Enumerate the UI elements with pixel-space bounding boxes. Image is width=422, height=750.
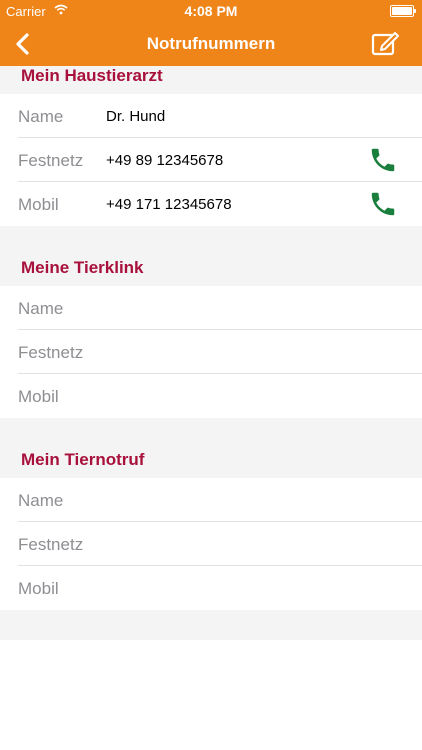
back-button[interactable]	[8, 28, 40, 60]
status-bar: Carrier 4:08 PM	[0, 0, 422, 22]
list-item[interactable]: Mobil	[0, 566, 422, 610]
list-item[interactable]: Name	[0, 286, 422, 330]
field-value: +49 89 12345678	[106, 152, 224, 169]
list-item[interactable]: Name	[0, 478, 422, 522]
field-label: Mobil	[18, 195, 59, 214]
list-item[interactable]: Festnetz	[0, 522, 422, 566]
section-header-tiernotruf: Mein Tiernotruf	[0, 418, 422, 478]
field-value: Dr. Hund	[106, 108, 166, 125]
call-landline-button[interactable]	[368, 145, 398, 175]
list-item[interactable]: Name Dr. Hund	[0, 94, 422, 138]
field-label: Mobil	[18, 579, 59, 598]
clock: 4:08 PM	[184, 3, 238, 19]
edit-icon	[371, 32, 399, 56]
list-item[interactable]: Festnetz +49 89 12345678	[0, 138, 422, 182]
section-header-haustierarzt: Mein Haustierarzt	[0, 66, 422, 94]
field-label: Name	[18, 491, 64, 510]
edit-button[interactable]	[370, 27, 402, 59]
field-label: Name	[18, 107, 64, 126]
chevron-left-icon	[16, 33, 29, 55]
section-title: Mein Tiernotruf	[21, 450, 145, 469]
field-label: Festnetz	[18, 343, 84, 362]
phone-icon	[371, 192, 395, 216]
page-title: Notrufnummern	[146, 34, 276, 53]
call-mobile-button[interactable]	[368, 189, 398, 219]
battery-icon	[390, 5, 416, 17]
field-label: Festnetz	[18, 151, 84, 170]
list-footer	[0, 610, 422, 640]
field-label: Mobil	[18, 387, 59, 406]
list-item[interactable]: Mobil	[0, 374, 422, 418]
field-label: Festnetz	[18, 535, 84, 554]
field-value: +49 171 12345678	[106, 196, 232, 213]
navigation-bar: Notrufnummern	[0, 22, 422, 66]
phone-icon	[371, 148, 395, 172]
section-title: Mein Haustierarzt	[21, 66, 163, 85]
section-title: Meine Tierklink	[21, 258, 144, 277]
list-item[interactable]: Festnetz	[0, 330, 422, 374]
field-label: Name	[18, 299, 64, 318]
section-header-tierklink: Meine Tierklink	[0, 226, 422, 286]
list-item[interactable]: Mobil +49 171 12345678	[0, 182, 422, 226]
